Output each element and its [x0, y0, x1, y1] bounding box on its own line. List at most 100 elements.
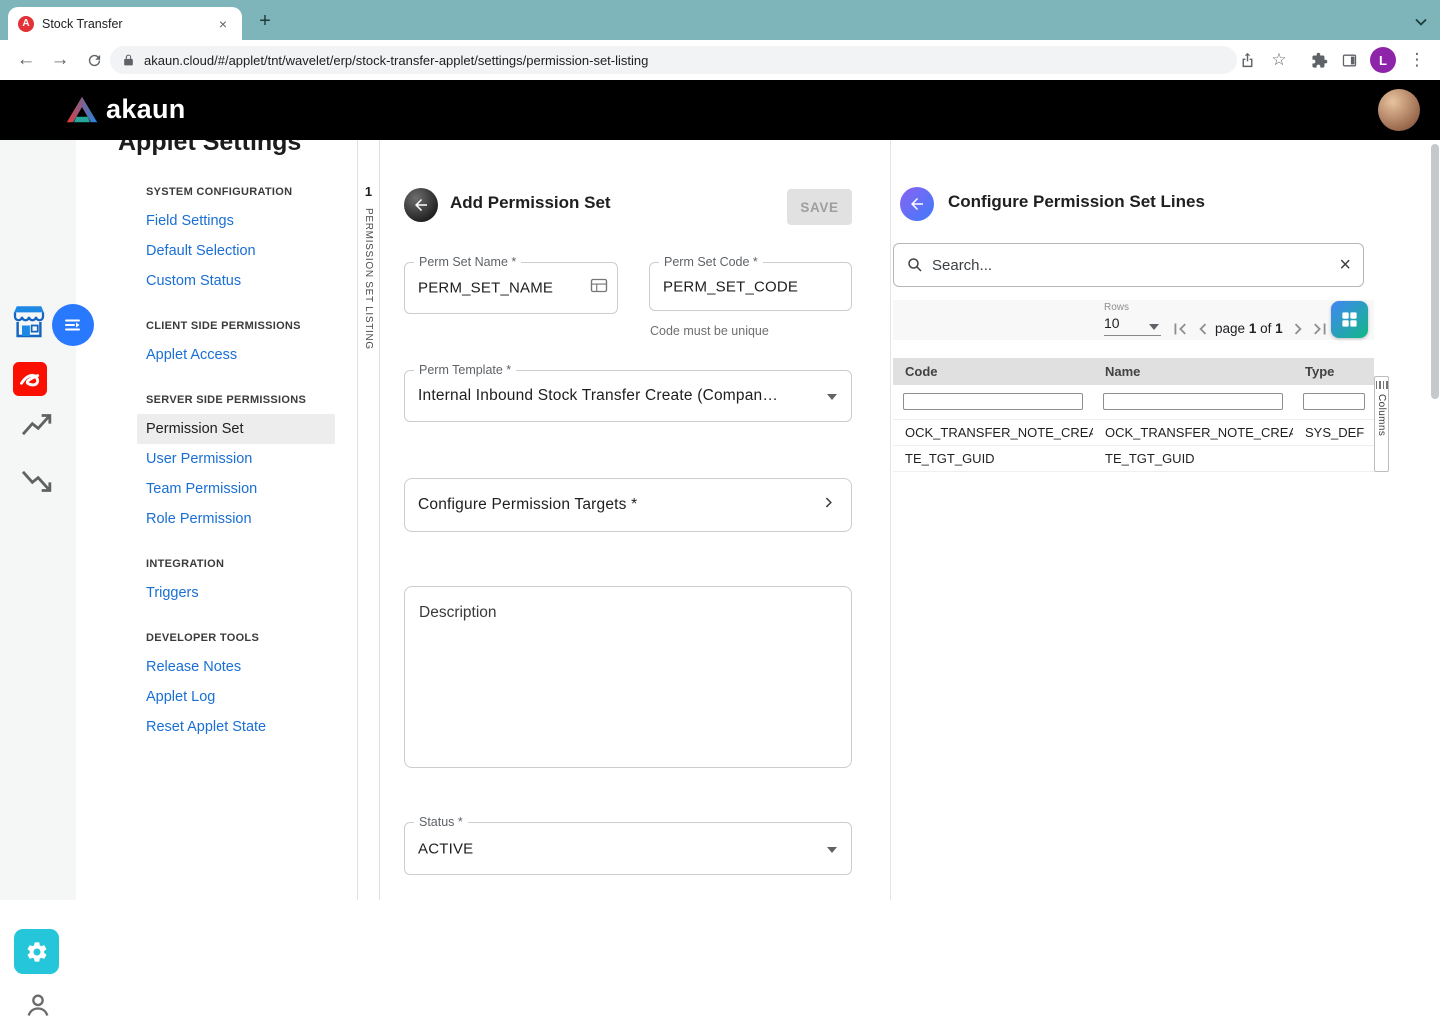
perm-set-code-label: Perm Set Code * [659, 255, 763, 269]
rows-per-page-select[interactable]: 10 [1104, 315, 1161, 336]
listing-tab-number: 1 [365, 184, 372, 199]
dropdown-caret-icon [827, 847, 837, 853]
targets-label: Configure Permission Targets * [418, 496, 811, 514]
tab-close-icon[interactable]: × [214, 16, 232, 32]
sidebar-item-user-permission[interactable]: User Permission [137, 444, 335, 474]
address-bar[interactable]: akaun.cloud/#/applet/tnt/wavelet/erp/sto… [110, 46, 1237, 74]
pagination-status: page 1 of 1 [1215, 321, 1283, 336]
first-page-icon[interactable] [1169, 318, 1191, 340]
filter-input-name[interactable] [1103, 393, 1283, 410]
user-avatar[interactable] [1378, 89, 1420, 131]
columns-toggle[interactable]: Columns [1374, 376, 1389, 472]
akaun-logo[interactable]: akaun [66, 94, 186, 125]
grid-view-button[interactable] [1331, 301, 1368, 338]
page-scrollbar[interactable] [1431, 142, 1439, 898]
scrollbar-thumb[interactable] [1431, 144, 1439, 399]
sidebar-item-custom-status[interactable]: Custom Status [137, 266, 335, 296]
back-icon[interactable]: ← [12, 40, 40, 80]
back-button[interactable] [404, 188, 438, 222]
profile-avatar[interactable]: L [1368, 40, 1398, 80]
warehouse-applet-icon[interactable] [8, 300, 50, 349]
cell-name: TE_TGT_GUID [1093, 446, 1293, 471]
tab-title: Stock Transfer [42, 17, 214, 31]
logo-text: akaun [106, 94, 186, 125]
settings-gear-button[interactable] [14, 929, 59, 974]
trending-down-icon[interactable] [20, 466, 54, 499]
table-row[interactable]: OCK_TRANSFER_NOTE_CREA OCK_TRANSFER_NOTE… [893, 420, 1374, 446]
clear-search-icon[interactable]: × [1339, 254, 1351, 277]
filter-input-type[interactable] [1303, 393, 1365, 410]
pdf-export-icon[interactable] [13, 362, 47, 401]
perm-set-name-label: Perm Set Name * [414, 255, 521, 269]
lines-back-button[interactable] [900, 187, 934, 221]
sidebar-item-triggers[interactable]: Triggers [137, 578, 335, 608]
url-text: akaun.cloud/#/applet/tnt/wavelet/erp/sto… [144, 53, 648, 68]
perm-template-select[interactable]: Perm Template * Internal Inbound Stock T… [404, 370, 852, 422]
bookmark-star-icon[interactable]: ☆ [1264, 40, 1294, 80]
cell-code: TE_TGT_GUID [893, 446, 1093, 471]
share-icon[interactable] [1232, 40, 1262, 80]
sidebar-item-applet-access[interactable]: Applet Access [137, 340, 335, 370]
table-filter-row [893, 385, 1374, 420]
side-panel-icon[interactable] [1334, 40, 1364, 80]
listing-tab-label: PERMISSION SET LISTING [363, 208, 374, 350]
browser-toolbar: ← → akaun.cloud/#/applet/tnt/wavelet/erp… [0, 40, 1440, 80]
nav-heading-integration: INTEGRATION [146, 558, 357, 570]
permission-set-listing-tab[interactable]: 1 PERMISSION SET LISTING [357, 140, 380, 900]
arrow-back-icon [908, 195, 926, 213]
lines-search-box[interactable]: × [893, 243, 1364, 287]
arrow-back-icon [412, 196, 430, 214]
sidebar-item-role-permission[interactable]: Role Permission [137, 504, 335, 534]
grid-icon [1340, 310, 1359, 329]
status-select[interactable]: Status * ACTIVE [404, 822, 852, 875]
form-title: Add Permission Set [450, 193, 611, 213]
filter-input-code[interactable] [903, 393, 1083, 410]
save-button[interactable]: SAVE [787, 189, 852, 225]
status-label: Status * [414, 815, 468, 829]
reload-icon[interactable] [80, 40, 108, 80]
sidebar-item-default-selection[interactable]: Default Selection [137, 236, 335, 266]
perm-template-label: Perm Template * [414, 363, 516, 377]
cell-type: SYS_DEF [1293, 420, 1374, 445]
profile-person-icon[interactable] [24, 990, 52, 1025]
dropdown-caret-icon [1149, 324, 1159, 330]
sidebar-item-release-notes[interactable]: Release Notes [137, 652, 335, 682]
status-value: ACTIVE [418, 840, 819, 857]
sidebar-item-reset-applet-state[interactable]: Reset Applet State [137, 712, 335, 742]
column-header-name[interactable]: Name [1093, 358, 1293, 385]
forward-icon[interactable]: → [46, 40, 74, 80]
perm-set-code-field[interactable]: Perm Set Code * PERM_SET_CODE [649, 262, 852, 311]
tab-list-chevron-icon[interactable] [1414, 14, 1428, 32]
perm-set-name-value: PERM_SET_NAME [418, 280, 585, 297]
description-textarea[interactable]: Description [404, 586, 852, 768]
last-page-icon[interactable] [1309, 318, 1331, 340]
search-input[interactable] [932, 257, 1339, 274]
cell-code: OCK_TRANSFER_NOTE_CREA [893, 420, 1093, 445]
table-row[interactable]: TE_TGT_GUID TE_TGT_GUID [893, 446, 1374, 472]
nav-heading-client-side-permissions: CLIENT SIDE PERMISSIONS [146, 320, 357, 332]
new-tab-button[interactable]: + [252, 8, 278, 34]
applet-icon-rail [0, 140, 76, 900]
extensions-icon[interactable] [1304, 40, 1334, 80]
table-lookup-icon[interactable] [590, 278, 608, 299]
sidebar-item-permission-set[interactable]: Permission Set [137, 414, 335, 444]
configure-permission-targets-button[interactable]: Configure Permission Targets * [404, 478, 852, 532]
sidebar-item-team-permission[interactable]: Team Permission [137, 474, 335, 504]
sidebar-item-field-settings[interactable]: Field Settings [137, 206, 335, 236]
perm-set-name-field[interactable]: Perm Set Name * PERM_SET_NAME [404, 262, 618, 314]
columns-toggle-label: Columns [1376, 394, 1387, 436]
browser-tab[interactable]: A Stock Transfer × [8, 7, 242, 40]
app-header: akaun [0, 80, 1440, 140]
permission-set-lines-panel: Configure Permission Set Lines × Rows 10… [890, 140, 1440, 900]
applet-drawer-toggle-icon[interactable] [52, 304, 94, 346]
code-helper-text: Code must be unique [650, 324, 769, 338]
column-header-type[interactable]: Type [1293, 358, 1374, 385]
sidebar-item-applet-log[interactable]: Applet Log [137, 682, 335, 712]
trending-up-icon[interactable] [20, 412, 54, 445]
browser-menu-icon[interactable]: ⋮ [1404, 40, 1430, 80]
table-header-row: Code Name Type [893, 358, 1374, 385]
next-page-icon[interactable] [1287, 318, 1309, 340]
nav-heading-server-side-permissions: SERVER SIDE PERMISSIONS [146, 394, 357, 406]
prev-page-icon[interactable] [1192, 318, 1214, 340]
column-header-code[interactable]: Code [893, 358, 1093, 385]
